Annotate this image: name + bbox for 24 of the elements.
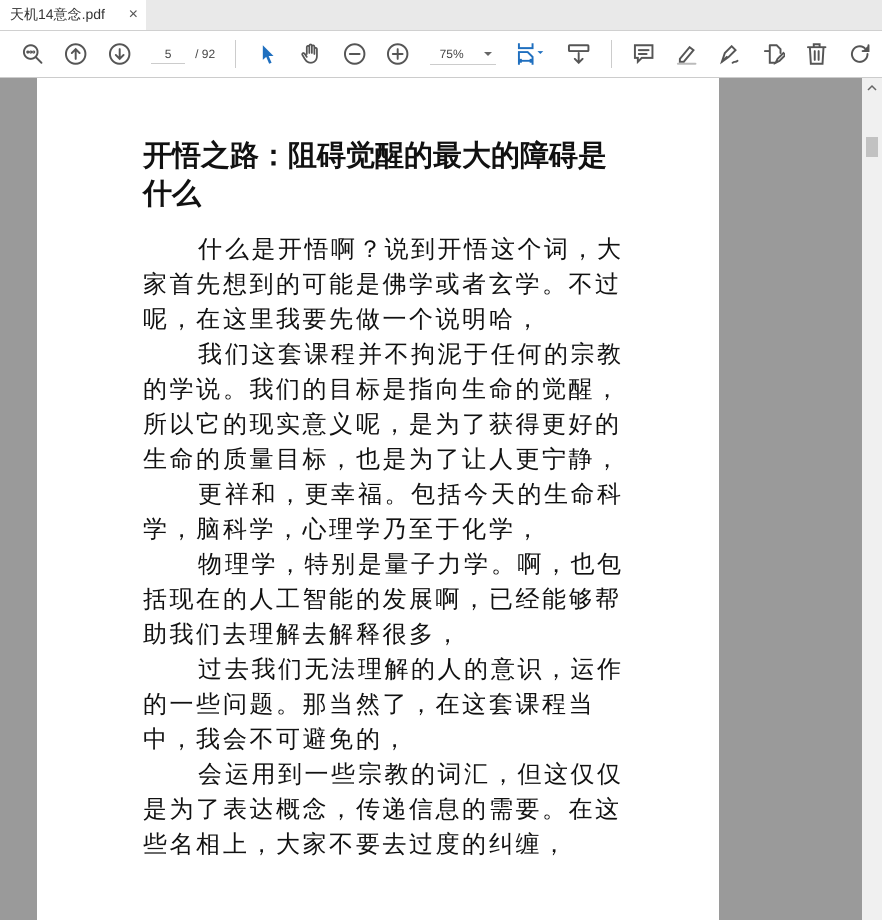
document-title: 开悟之路：阻碍觉醒的最大的障碍是什么 xyxy=(143,137,608,212)
scroll-up-icon[interactable] xyxy=(867,84,877,92)
comment-icon[interactable] xyxy=(632,42,656,66)
close-tab-button[interactable]: × xyxy=(128,6,138,24)
body-paragraph: 什么是开悟啊？说到开悟这个词，大家首先想到的可能是佛学或者玄学。不过呢，在这里我要先做一个说明哈， xyxy=(143,234,625,335)
previous-page-icon[interactable] xyxy=(64,42,88,66)
page-total: / 92 xyxy=(195,47,216,61)
body-paragraph: 更祥和，更幸福。包括今天的生命科学，脑科学，心理学乃至于化学， xyxy=(143,479,625,545)
body-paragraph: 物理学，特别是量子力学。啊，也包括现在的人工智能的发展啊，已经能够帮助我们去理解去解释很多， xyxy=(143,549,625,650)
zoom-dropdown[interactable]: 75% xyxy=(430,44,496,64)
delete-icon[interactable] xyxy=(805,42,829,66)
body-paragraph: 会运用到一些宗教的词汇，但这仅仅是为了表达概念，传递信息的需要。在这些名相上，大家不要去过度的纠缠， xyxy=(143,759,625,860)
zoom-search-icon[interactable] xyxy=(21,42,44,66)
next-page-icon[interactable] xyxy=(108,42,132,66)
scroll-thumb[interactable] xyxy=(866,137,878,157)
rotate-icon[interactable] xyxy=(848,42,872,66)
zoom-in-icon[interactable] xyxy=(386,42,410,66)
scrollbar[interactable] xyxy=(862,78,882,920)
zoom-out-icon[interactable] xyxy=(342,42,366,66)
download-icon[interactable] xyxy=(567,42,591,66)
body-paragraph: 我们这套课程并不拘泥于任何的宗教的学说。我们的目标是指向生命的觉醒，所以它的现实意义呢，是为了获得更好的生命的质量目标，也是为了让人更宁静， xyxy=(143,339,625,475)
body-paragraph: 过去我们无法理解的人的意识，运作的一些问题。那当然了，在这套课程当中，我会不可避免的， xyxy=(143,654,625,755)
edit-document-icon[interactable] xyxy=(762,42,786,66)
document-tab[interactable]: 天机14意念.pdf × xyxy=(0,0,146,30)
